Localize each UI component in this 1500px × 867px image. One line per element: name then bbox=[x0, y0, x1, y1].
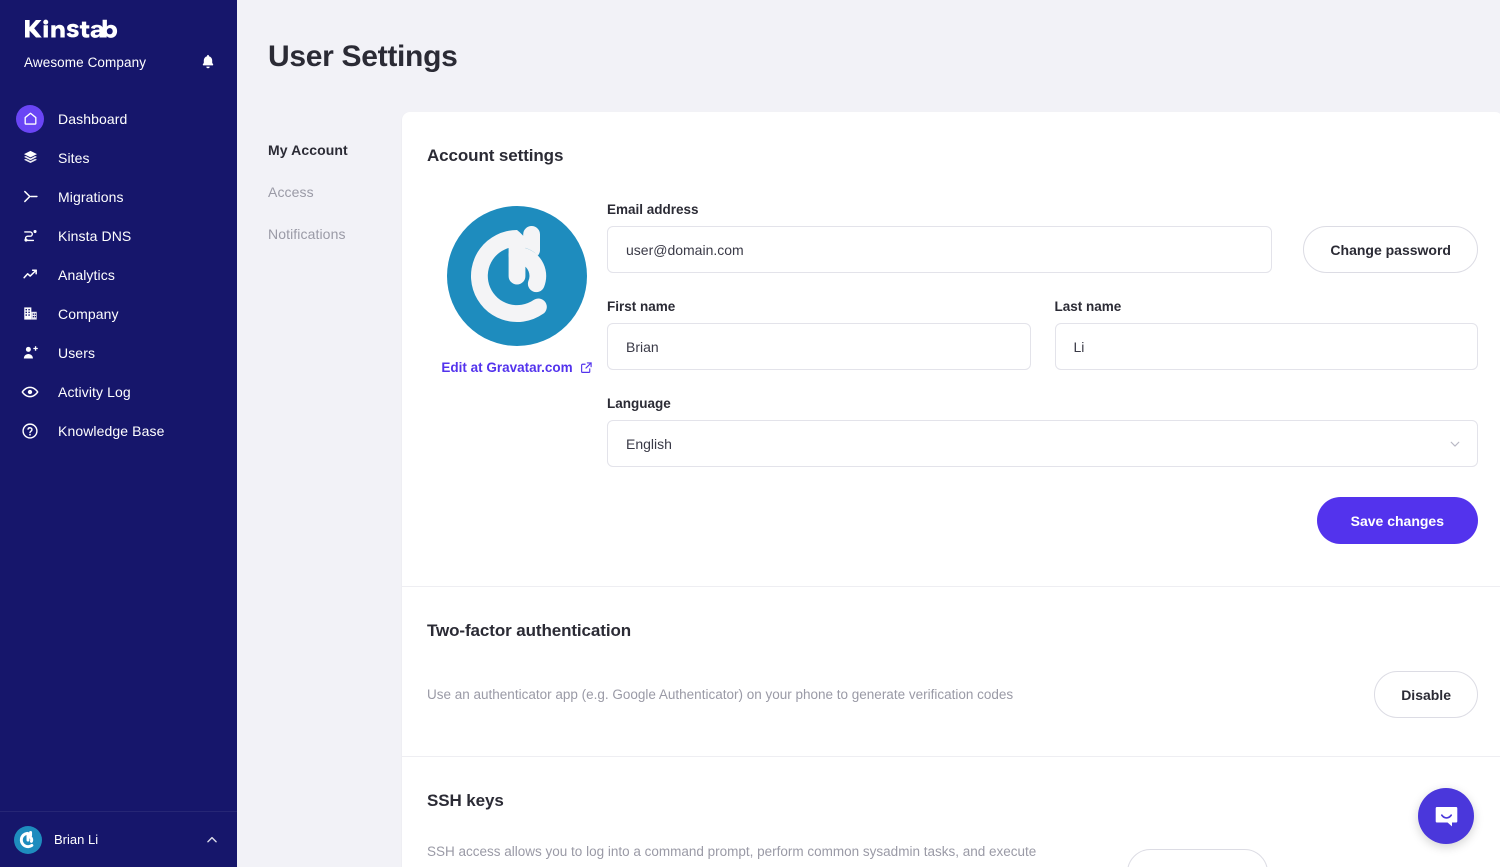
sidebar-item-knowledge-base[interactable]: Knowledge Base bbox=[0, 411, 237, 450]
sidebar-item-label: Migrations bbox=[58, 189, 124, 205]
tab-my-account[interactable]: My Account bbox=[268, 142, 372, 158]
main-content: User Settings My Account Access Notifica… bbox=[237, 0, 1500, 867]
sidebar-item-sites[interactable]: Sites bbox=[0, 138, 237, 177]
language-label: Language bbox=[607, 396, 1478, 411]
gravatar-logo-icon bbox=[447, 206, 587, 346]
disable-two-factor-button[interactable]: Disable bbox=[1374, 671, 1478, 718]
account-settings-title: Account settings bbox=[427, 146, 1478, 166]
avatar bbox=[14, 826, 42, 854]
sidebar-item-label: Analytics bbox=[58, 267, 115, 283]
sidebar-item-migrations[interactable]: Migrations bbox=[0, 177, 237, 216]
sidebar-item-label: Kinsta DNS bbox=[58, 228, 131, 244]
two-factor-description: Use an authenticator app (e.g. Google Au… bbox=[427, 684, 1344, 705]
tab-notifications[interactable]: Notifications bbox=[268, 226, 372, 242]
fields-column: Email address Change password First name bbox=[607, 202, 1478, 544]
external-link-icon bbox=[580, 361, 593, 374]
sidebar-item-analytics[interactable]: Analytics bbox=[0, 255, 237, 294]
sidebar-item-dashboard[interactable]: Dashboard bbox=[0, 99, 237, 138]
first-name-label: First name bbox=[607, 299, 1031, 314]
two-factor-section: Two-factor authentication Use an authent… bbox=[402, 586, 1500, 756]
sidebar-item-label: Dashboard bbox=[58, 111, 127, 127]
sidebar: Awesome Company Dashboard bbox=[0, 0, 237, 867]
company-row: Awesome Company bbox=[0, 42, 237, 71]
brand-row bbox=[0, 0, 237, 42]
migrations-icon bbox=[16, 183, 44, 211]
change-password-button[interactable]: Change password bbox=[1303, 226, 1478, 273]
two-factor-description-wrap: Use an authenticator app (e.g. Google Au… bbox=[427, 684, 1374, 705]
avatar-column: Edit at Gravatar.com bbox=[427, 202, 607, 544]
home-icon bbox=[16, 105, 44, 133]
language-group: Language English bbox=[607, 396, 1478, 467]
ssh-keys-title: SSH keys bbox=[427, 791, 1478, 811]
sidebar-item-activity-log[interactable]: Activity Log bbox=[0, 372, 237, 411]
app-root: Awesome Company Dashboard bbox=[0, 0, 1500, 867]
sidebar-item-label: Company bbox=[58, 306, 119, 322]
eye-icon bbox=[16, 378, 44, 406]
bell-icon[interactable] bbox=[199, 53, 217, 71]
email-row: Email address Change password bbox=[607, 202, 1478, 273]
sidebar-nav: Dashboard Sites Migrat bbox=[0, 99, 237, 450]
tab-access[interactable]: Access bbox=[268, 184, 372, 200]
language-selected-value: English bbox=[626, 436, 672, 452]
trend-up-icon bbox=[16, 261, 44, 289]
name-row: First name Last name bbox=[607, 299, 1478, 370]
company-name: Awesome Company bbox=[24, 55, 146, 70]
last-name-field[interactable] bbox=[1055, 323, 1479, 370]
settings-subnav: My Account Access Notifications bbox=[268, 112, 372, 867]
first-name-field[interactable] bbox=[607, 323, 1031, 370]
settings-card: Account settings Edit bbox=[402, 112, 1500, 867]
two-factor-title: Two-factor authentication bbox=[427, 621, 1478, 641]
save-changes-button[interactable]: Save changes bbox=[1317, 497, 1478, 544]
dns-icon bbox=[16, 222, 44, 250]
ssh-keys-row: SSH access allows you to log into a comm… bbox=[427, 811, 1478, 867]
chevron-up-icon[interactable] bbox=[205, 833, 219, 847]
account-settings-section: Account settings Edit bbox=[402, 112, 1500, 586]
sidebar-item-label: Sites bbox=[58, 150, 90, 166]
first-name-group: First name bbox=[607, 299, 1031, 370]
page-title: User Settings bbox=[237, 0, 1500, 74]
sidebar-item-kinsta-dns[interactable]: Kinsta DNS bbox=[0, 216, 237, 255]
ssh-keys-section: SSH keys SSH access allows you to log in… bbox=[402, 756, 1500, 867]
sidebar-item-company[interactable]: Company bbox=[0, 294, 237, 333]
sidebar-user-menu[interactable]: Brian Li bbox=[0, 811, 237, 867]
ssh-keys-description: SSH access allows you to log into a comm… bbox=[427, 841, 1097, 867]
save-row: Save changes bbox=[607, 497, 1478, 544]
language-select-wrap: Language English bbox=[607, 396, 1478, 467]
sidebar-item-label: Users bbox=[58, 345, 95, 361]
account-settings-body: Edit at Gravatar.com bbox=[427, 166, 1478, 586]
sidebar-item-label: Knowledge Base bbox=[58, 423, 164, 439]
layers-icon bbox=[16, 144, 44, 172]
language-select[interactable]: English bbox=[607, 420, 1478, 467]
sidebar-item-users[interactable]: Users bbox=[0, 333, 237, 372]
building-icon bbox=[16, 300, 44, 328]
kinsta-logo[interactable] bbox=[24, 16, 237, 42]
two-factor-row: Use an authenticator app (e.g. Google Au… bbox=[427, 641, 1478, 756]
email-field-group: Email address bbox=[607, 202, 1272, 273]
user-plus-icon bbox=[16, 339, 44, 367]
edit-at-gravatar-label: Edit at Gravatar.com bbox=[441, 360, 572, 375]
add-ssh-key-button[interactable]: Add SSH key bbox=[1127, 849, 1268, 867]
content-row: My Account Access Notifications Account … bbox=[237, 74, 1500, 867]
sidebar-item-label: Activity Log bbox=[58, 384, 131, 400]
last-name-label: Last name bbox=[1055, 299, 1479, 314]
intercom-chat-icon[interactable] bbox=[1418, 788, 1474, 844]
sidebar-user-name: Brian Li bbox=[54, 832, 205, 847]
ssh-keys-description-wrap: SSH access allows you to log into a comm… bbox=[427, 841, 1127, 867]
question-circle-icon bbox=[16, 417, 44, 445]
email-field[interactable] bbox=[607, 226, 1272, 273]
last-name-group: Last name bbox=[1055, 299, 1479, 370]
edit-at-gravatar-link[interactable]: Edit at Gravatar.com bbox=[441, 360, 592, 375]
email-label: Email address bbox=[607, 202, 1272, 217]
